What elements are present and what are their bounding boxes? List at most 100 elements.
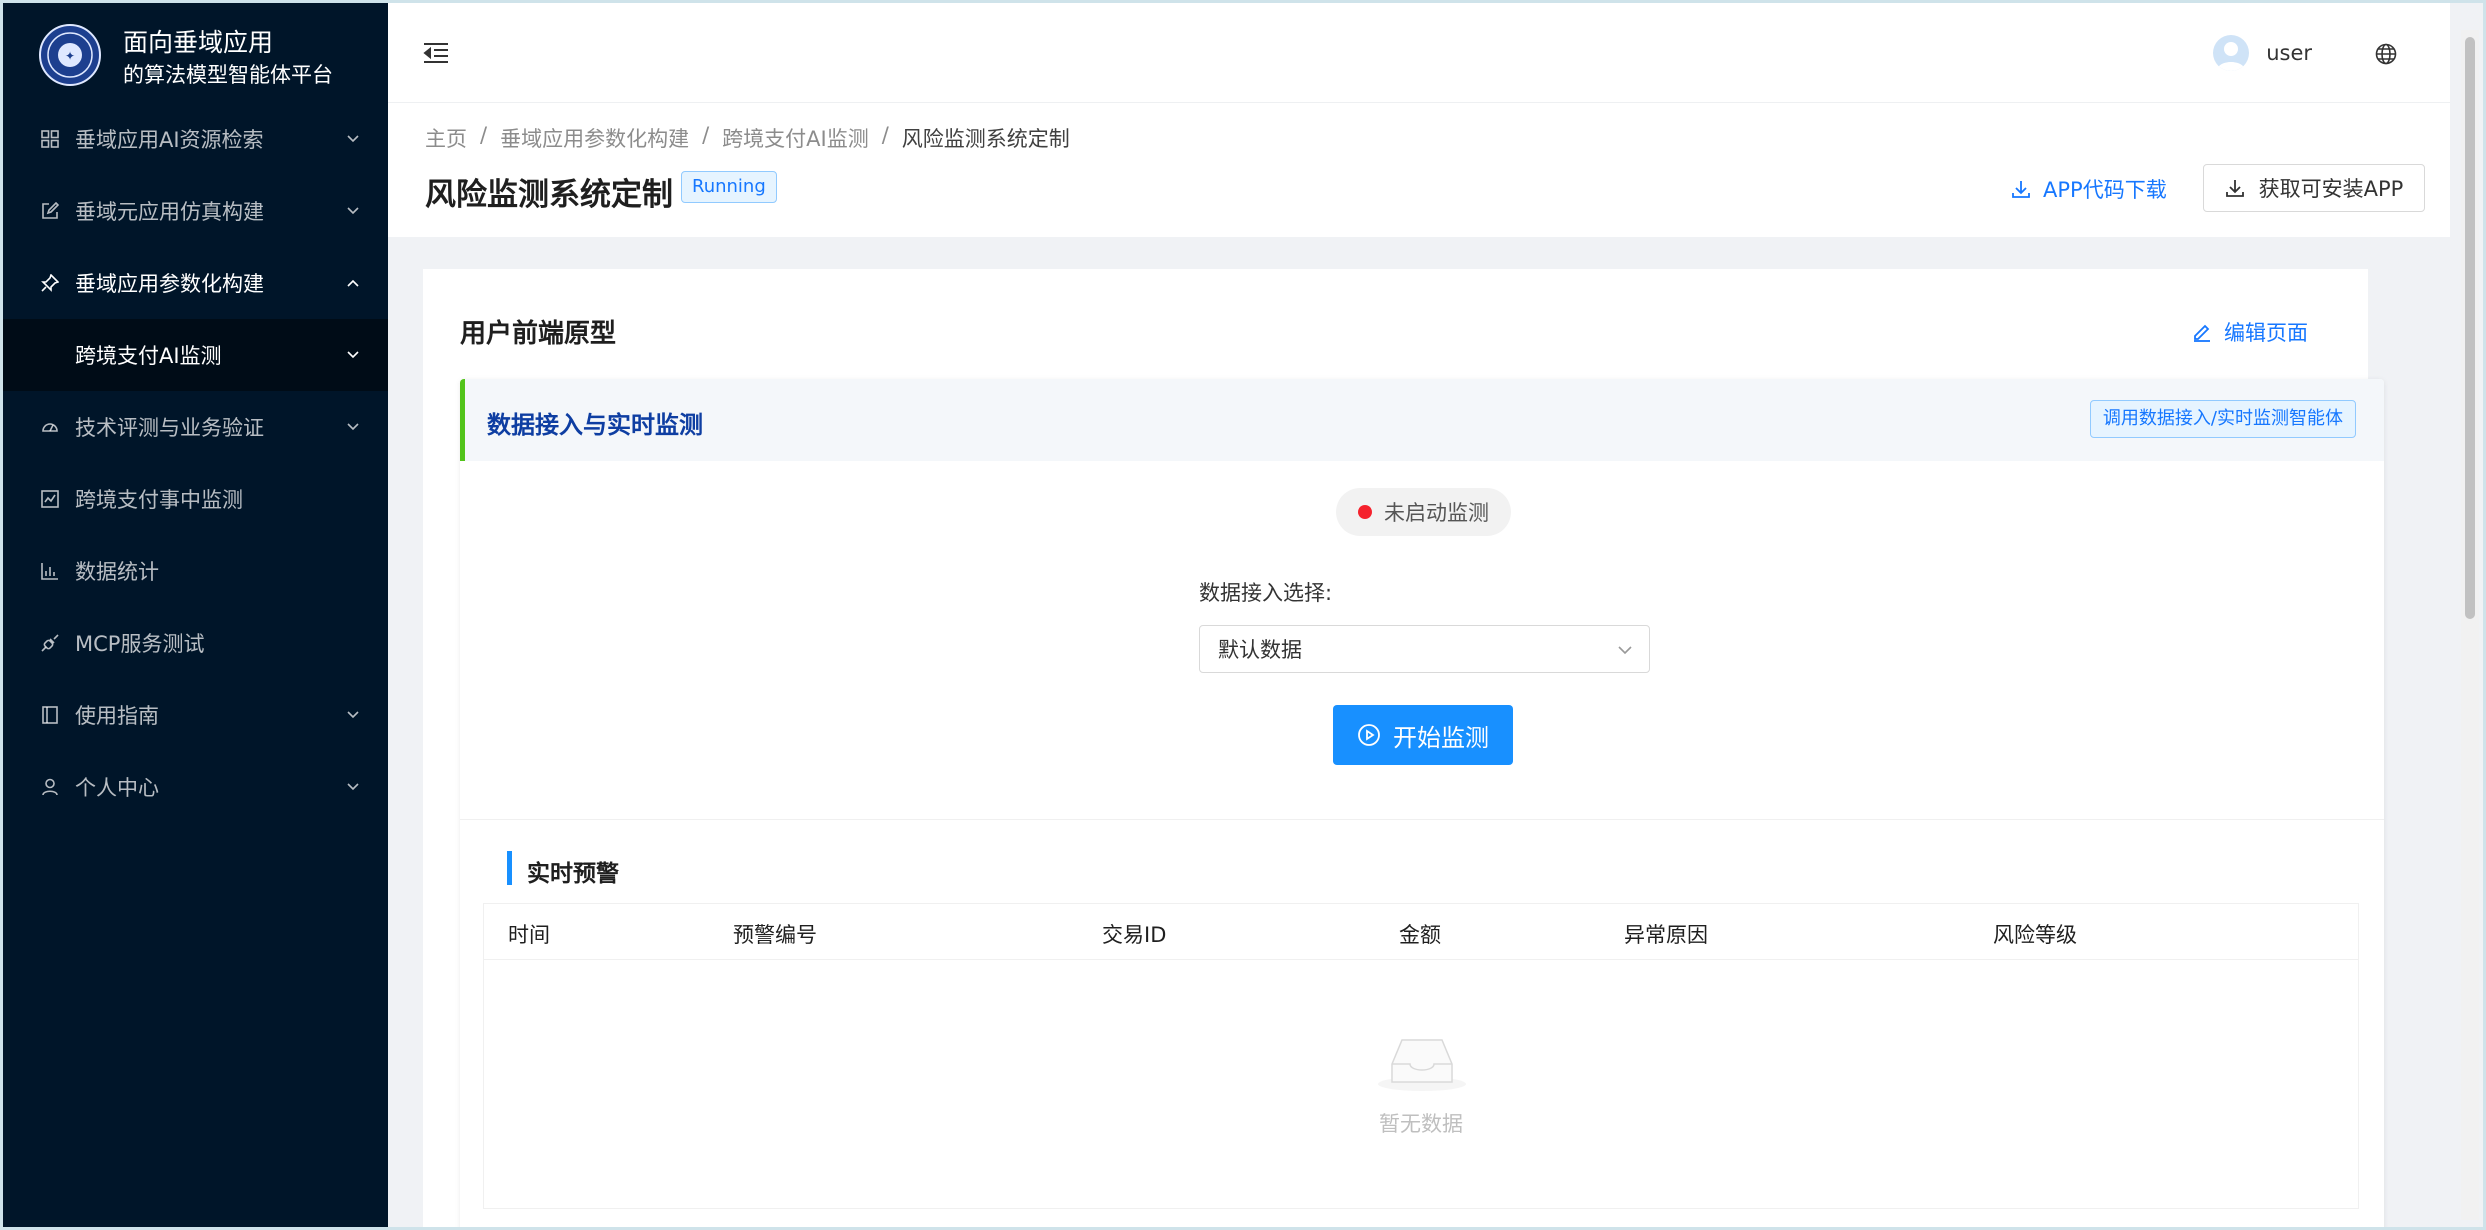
form-edit-icon (40, 201, 60, 221)
start-monitoring-button[interactable]: 开始监测 (1333, 705, 1513, 765)
sidebar-item-label: 垂域应用AI资源检索 (75, 128, 264, 152)
edit-icon (2194, 324, 2210, 342)
app-window: ✦ 面向垂域应用 的算法模型智能体平台 垂域应用AI资源检索 垂域元应用仿真构建… (3, 3, 2483, 1227)
breadcrumb-item-home[interactable]: 主页 (425, 123, 467, 153)
dashboard-icon (40, 417, 60, 437)
sidebar-item-label: MCP服务测试 (75, 632, 205, 656)
globe-icon[interactable] (2375, 43, 2397, 65)
invoke-agent-tag[interactable]: 调用数据接入/实时监测智能体 (2089, 400, 2356, 438)
line-chart-icon (40, 489, 60, 509)
chevron-up-icon (346, 276, 360, 290)
monitor-status-text: 未启动监测 (1384, 501, 1489, 525)
chevron-down-icon (346, 348, 360, 362)
sidebar: ✦ 面向垂域应用 的算法模型智能体平台 垂域应用AI资源检索 垂域元应用仿真构建… (3, 3, 388, 1227)
sidebar-item-label: 垂域元应用仿真构建 (75, 200, 264, 224)
sidebar-item-tech-evaluation[interactable]: 技术评测与业务验证 (3, 391, 388, 463)
status-badge: Running (681, 171, 777, 203)
appstore-icon (40, 129, 60, 149)
sidebar-item-label: 跨境支付事中监测 (75, 488, 243, 512)
table-header: 时间 预警编号 交易ID 金额 异常原因 风险等级 (484, 904, 2358, 960)
university-seal-icon: ✦ (39, 24, 101, 86)
frontend-prototype-card: 用户前端原型 编辑页面 数据接入与实时监测 调用数据接入/实时监测智能体 未启动… (423, 269, 2384, 1227)
sidebar-subitem-cross-border-ai-monitor[interactable]: 跨境支付AI监测 (3, 319, 388, 391)
user-menu[interactable]: user (2213, 33, 2312, 73)
sidebar-item-personal-center[interactable]: 个人中心 (3, 751, 388, 823)
section-title: 数据接入与实时监测 (487, 411, 703, 439)
api-icon (40, 633, 60, 653)
play-circle-icon (1358, 724, 1380, 746)
data-source-select[interactable]: 默认数据 (1199, 625, 1650, 673)
sidebar-item-ai-resource-search[interactable]: 垂域应用AI资源检索 (3, 103, 388, 175)
sidebar-item-label: 数据统计 (75, 560, 159, 584)
get-installable-app-label: 获取可安装APP (2258, 177, 2404, 201)
column-header-transaction-id[interactable]: 交易ID (1102, 919, 1166, 949)
download-icon (2012, 181, 2030, 198)
data-source-label: 数据接入选择: (1199, 581, 1333, 605)
book-icon (40, 705, 60, 725)
chevron-down-icon (346, 708, 360, 722)
app-code-download-button[interactable]: APP代码下载 (2011, 165, 2167, 213)
alert-table: 时间 预警编号 交易ID 金额 异常原因 风险等级 暂无数据 (483, 903, 2359, 1209)
edit-page-link[interactable]: 编辑页面 (2192, 317, 2308, 347)
breadcrumb-separator: / (881, 123, 889, 147)
sidebar-item-label: 使用指南 (75, 704, 159, 728)
sidebar-item-label: 跨境支付AI监测 (75, 344, 222, 368)
brand-title: 面向垂域应用 (123, 28, 274, 57)
page-header: 主页 / 垂域应用参数化构建 / 跨境支付AI监测 / 风险监测系统定制 风险监… (388, 103, 2450, 237)
pushpin-icon (40, 273, 60, 293)
chevron-down-icon (346, 132, 360, 146)
sidebar-item-mcp-test[interactable]: MCP服务测试 (3, 607, 388, 679)
breadcrumb-item-ai-monitor[interactable]: 跨境支付AI监测 (722, 123, 869, 153)
chevron-down-icon (1618, 646, 1632, 655)
user-name: user (2266, 41, 2312, 65)
sidebar-item-statistics[interactable]: 数据统计 (3, 535, 388, 607)
status-dot-icon (1358, 505, 1372, 519)
user-avatar-icon (2217, 42, 2246, 71)
user-icon (40, 777, 60, 797)
sidebar-item-meta-app-simulation[interactable]: 垂域元应用仿真构建 (3, 175, 388, 247)
scrollbar-thumb[interactable] (2465, 37, 2475, 619)
top-header: user (388, 3, 2450, 103)
table-empty-state: 暂无数据 (484, 960, 2358, 1210)
bar-chart-icon (40, 561, 60, 581)
sidebar-item-in-process-monitor[interactable]: 跨境支付事中监测 (3, 463, 388, 535)
app-code-download-label: APP代码下载 (2043, 178, 2167, 202)
chevron-down-icon (346, 204, 360, 218)
realtime-alert-title: 实时预警 (527, 861, 619, 887)
sidebar-item-label: 垂域应用参数化构建 (75, 272, 264, 296)
empty-text: 暂无数据 (1379, 1112, 1463, 1136)
page-title: 风险监测系统定制 (425, 177, 673, 213)
column-header-reason[interactable]: 异常原因 (1624, 919, 1708, 949)
breadcrumb-item-parametric-build[interactable]: 垂域应用参数化构建 (500, 123, 689, 153)
get-installable-app-button[interactable]: 获取可安装APP (2203, 164, 2425, 212)
breadcrumb-item-current: 风险监测系统定制 (901, 127, 1070, 151)
brand-subtitle: 的算法模型智能体平台 (123, 63, 333, 87)
column-header-risk-level[interactable]: 风险等级 (1993, 919, 2077, 949)
breadcrumb: 主页 / 垂域应用参数化构建 / 跨境支付AI监测 / 风险监测系统定制 (425, 123, 1070, 153)
data-ingest-monitor-section: 数据接入与实时监测 调用数据接入/实时监测智能体 未启动监测 数据接入选择: 默… (460, 379, 2384, 1227)
section-header: 数据接入与实时监测 调用数据接入/实时监测智能体 (460, 379, 2384, 461)
svg-text:✦: ✦ (65, 49, 75, 63)
column-header-time[interactable]: 时间 (508, 919, 550, 949)
monitor-status-badge: 未启动监测 (1336, 488, 1511, 536)
sidebar-item-parametric-build[interactable]: 垂域应用参数化构建 (3, 247, 388, 319)
avatar (2213, 35, 2250, 71)
column-header-alert-id[interactable]: 预警编号 (733, 919, 817, 949)
menu-fold-icon[interactable] (422, 41, 450, 65)
alert-title-accent (507, 851, 512, 885)
chevron-down-icon (346, 420, 360, 434)
sidebar-item-label: 技术评测与业务验证 (75, 416, 264, 440)
card-title: 用户前端原型 (460, 319, 617, 349)
chevron-down-icon (346, 780, 360, 794)
column-header-amount[interactable]: 金额 (1399, 919, 1441, 949)
divider (460, 819, 2384, 820)
download-icon (2225, 180, 2244, 197)
sidebar-item-user-guide[interactable]: 使用指南 (3, 679, 388, 751)
breadcrumb-separator: / (480, 123, 488, 147)
breadcrumb-separator: / (702, 123, 710, 147)
sidebar-item-label: 个人中心 (75, 776, 159, 800)
empty-inbox-icon (1378, 1039, 1466, 1091)
edit-page-label: 编辑页面 (2224, 321, 2308, 345)
data-source-select-value: 默认数据 (1218, 638, 1302, 662)
start-monitoring-label: 开始监测 (1393, 723, 1489, 752)
